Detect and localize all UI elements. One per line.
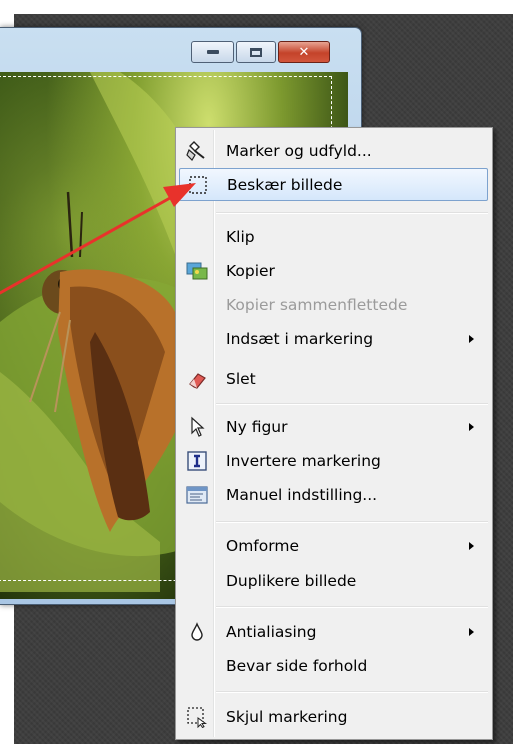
pointer-icon <box>186 416 208 438</box>
menu-item-indsaet-i-markering[interactable]: Indsæt i markering <box>179 322 488 355</box>
menu-item-label: Slet <box>226 369 256 388</box>
window-titlebar[interactable]: ✕ <box>0 28 361 68</box>
menu-item-omforme[interactable]: Omforme <box>179 529 488 562</box>
droplet-icon <box>186 621 208 643</box>
invert-selection-icon <box>186 450 208 472</box>
manual-settings-icon <box>186 484 208 506</box>
menu-item-label: Kopier sammenflettede <box>226 295 408 314</box>
maximize-button[interactable] <box>236 41 276 63</box>
minimize-icon <box>206 50 219 54</box>
submenu-arrow-icon <box>469 334 474 343</box>
menu-item-beskaer-billede[interactable]: Beskær billede <box>179 168 488 201</box>
menu-separator <box>216 691 488 693</box>
menu-item-label: Skjul markering <box>226 707 348 726</box>
menu-item-manuel-indstilling[interactable]: Manuel indstilling... <box>179 478 488 511</box>
menu-item-marker-og-udfyld[interactable]: Marker og udfyld... <box>179 134 488 167</box>
menu-item-antialiasing[interactable]: Antialiasing <box>179 615 488 648</box>
close-icon: ✕ <box>298 44 310 60</box>
menu-separator <box>216 521 488 523</box>
menu-item-label: Marker og udfyld... <box>226 141 372 160</box>
maximize-icon <box>250 47 262 57</box>
menu-item-label: Bevar side forhold <box>226 656 368 675</box>
menu-item-slet[interactable]: Slet <box>179 362 488 395</box>
menu-item-label: Ny figur <box>226 417 288 436</box>
copy-image-icon <box>186 260 208 282</box>
menu-item-label: Klip <box>226 227 255 246</box>
menu-item-invertere-markering[interactable]: Invertere markering <box>179 444 488 477</box>
select-fill-icon <box>186 140 208 162</box>
menu-separator <box>216 212 488 214</box>
submenu-arrow-icon <box>469 422 474 431</box>
menu-item-kopier-sammenflettede[interactable]: Kopier sammenflettede <box>179 288 488 321</box>
menu-item-label: Indsæt i markering <box>226 329 374 348</box>
menu-item-bevar-side-forhold[interactable]: Bevar side forhold <box>179 649 488 682</box>
close-button[interactable]: ✕ <box>278 41 330 63</box>
menu-item-klip[interactable]: Klip <box>179 220 488 253</box>
menu-separator <box>216 403 488 405</box>
menu-item-ny-figur[interactable]: Ny figur <box>179 410 488 443</box>
menu-item-label: Omforme <box>226 536 299 555</box>
minimize-button[interactable] <box>191 41 234 63</box>
context-menu: Marker og udfyld... Beskær billede Klip … <box>175 127 493 740</box>
menu-item-label: Beskær billede <box>227 175 343 194</box>
menu-item-kopier[interactable]: Kopier <box>179 254 488 287</box>
submenu-arrow-icon <box>469 541 474 550</box>
menu-item-skjul-markering[interactable]: Skjul markering <box>179 700 488 733</box>
menu-item-label: Antialiasing <box>226 622 317 641</box>
menu-item-label: Kopier <box>226 261 275 280</box>
hide-selection-icon <box>186 706 208 728</box>
menu-separator <box>216 606 488 608</box>
menu-item-label: Invertere markering <box>226 451 381 470</box>
crop-selection-icon <box>187 174 209 196</box>
menu-item-label: Duplikere billede <box>226 571 357 590</box>
menu-item-duplikere-billede[interactable]: Duplikere billede <box>179 564 488 597</box>
menu-item-label: Manuel indstilling... <box>226 485 378 504</box>
submenu-arrow-icon <box>469 627 474 636</box>
eraser-icon <box>186 368 208 390</box>
